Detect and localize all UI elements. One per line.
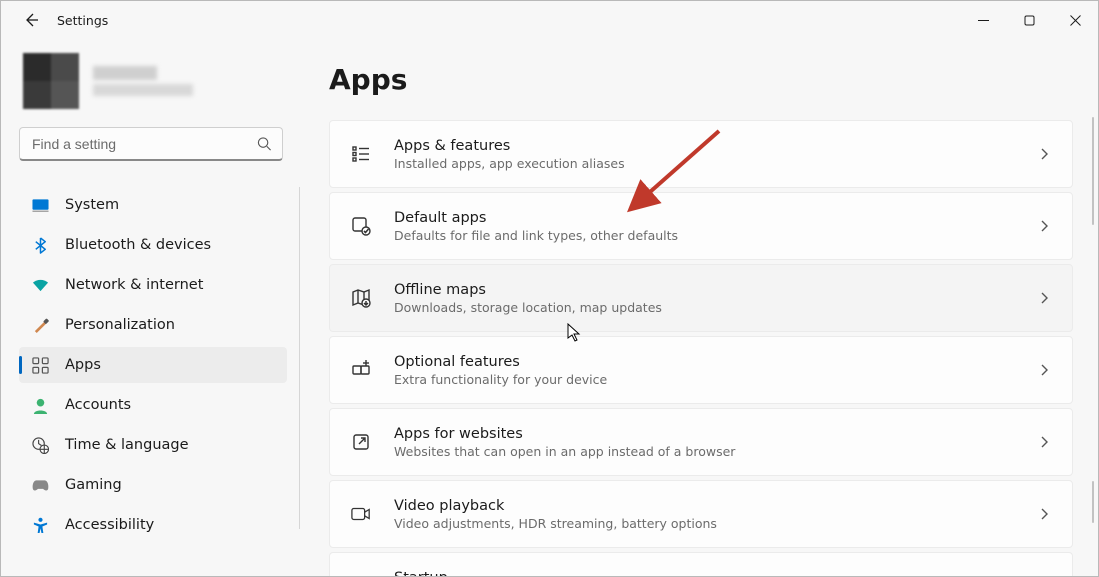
- default-apps-icon: [350, 216, 372, 236]
- back-button[interactable]: [23, 12, 39, 28]
- gamepad-icon: [31, 477, 49, 494]
- card-title: Optional features: [394, 354, 1016, 370]
- bluetooth-icon: [31, 237, 49, 254]
- profile-block[interactable]: [19, 49, 305, 113]
- sidebar-item-personalization[interactable]: Personalization: [19, 307, 287, 343]
- nav-label: Apps: [65, 357, 101, 373]
- sidebar-item-network[interactable]: Network & internet: [19, 267, 287, 303]
- chevron-right-icon: [1038, 148, 1050, 160]
- nav-label: Personalization: [65, 317, 175, 333]
- card-sub: Websites that can open in an app instead…: [394, 444, 1016, 459]
- sidebar-item-accessibility[interactable]: Accessibility: [19, 507, 287, 543]
- titlebar: Settings: [1, 1, 1098, 39]
- chevron-right-icon: [1038, 220, 1050, 232]
- card-title: Startup: [394, 570, 1050, 577]
- card-offline-maps[interactable]: Offline maps Downloads, storage location,…: [329, 264, 1073, 332]
- search-box[interactable]: [19, 127, 283, 161]
- scroll-indicator[interactable]: [1092, 117, 1094, 225]
- chevron-right-icon: [1038, 364, 1050, 376]
- system-icon: [31, 197, 49, 214]
- sidebar-item-gaming[interactable]: Gaming: [19, 467, 287, 503]
- optional-features-icon: [350, 360, 372, 380]
- minimize-button[interactable]: [960, 4, 1006, 36]
- card-sub: Downloads, storage location, map updates: [394, 300, 1016, 315]
- apps-icon: [31, 357, 49, 374]
- search-icon: [257, 136, 272, 151]
- nav-label: Accessibility: [65, 517, 154, 533]
- sidebar-item-accounts[interactable]: Accounts: [19, 387, 287, 423]
- card-startup[interactable]: Startup: [329, 552, 1073, 576]
- map-icon: [350, 288, 372, 308]
- list-icon: [350, 144, 372, 164]
- sidebar: System Bluetooth & devices Network & int…: [1, 39, 305, 576]
- chevron-right-icon: [1038, 508, 1050, 520]
- main-content: Apps Apps & features Installed apps, app …: [305, 39, 1098, 576]
- card-title: Video playback: [394, 498, 1016, 514]
- page-title: Apps: [329, 63, 1070, 96]
- card-sub: Defaults for file and link types, other …: [394, 228, 1016, 243]
- sidebar-item-bluetooth[interactable]: Bluetooth & devices: [19, 227, 287, 263]
- chevron-right-icon: [1038, 436, 1050, 448]
- card-title: Apps & features: [394, 138, 1016, 154]
- sidebar-item-system[interactable]: System: [19, 187, 287, 223]
- close-button[interactable]: [1052, 4, 1098, 36]
- sidebar-item-time-language[interactable]: Time & language: [19, 427, 287, 463]
- nav-label: Gaming: [65, 477, 122, 493]
- nav-label: Time & language: [65, 437, 189, 453]
- maximize-button[interactable]: [1006, 4, 1052, 36]
- window-controls: [960, 4, 1098, 36]
- card-sub: Installed apps, app execution aliases: [394, 156, 1016, 171]
- card-title: Offline maps: [394, 282, 1016, 298]
- card-sub: Extra functionality for your device: [394, 372, 1016, 387]
- card-optional-features[interactable]: Optional features Extra functionality for…: [329, 336, 1073, 404]
- nav-label: Network & internet: [65, 277, 203, 293]
- card-title: Default apps: [394, 210, 1016, 226]
- card-apps-for-websites[interactable]: Apps for websites Websites that can open …: [329, 408, 1073, 476]
- card-default-apps[interactable]: Default apps Defaults for file and link t…: [329, 192, 1073, 260]
- brush-icon: [31, 317, 49, 334]
- launch-icon: [350, 432, 372, 452]
- window-title: Settings: [57, 13, 108, 28]
- nav-list: System Bluetooth & devices Network & int…: [19, 187, 287, 543]
- nav-label: Bluetooth & devices: [65, 237, 211, 253]
- accessibility-icon: [31, 517, 49, 534]
- chevron-right-icon: [1038, 292, 1050, 304]
- profile-text: [93, 66, 193, 96]
- sidebar-item-apps[interactable]: Apps: [19, 347, 287, 383]
- card-video-playback[interactable]: Video playback Video adjustments, HDR str…: [329, 480, 1073, 548]
- scroll-indicator[interactable]: [1092, 481, 1094, 523]
- card-title: Apps for websites: [394, 426, 1016, 442]
- card-sub: Video adjustments, HDR streaming, batter…: [394, 516, 1016, 531]
- clock-globe-icon: [31, 437, 49, 454]
- person-icon: [31, 397, 49, 414]
- card-apps-features[interactable]: Apps & features Installed apps, app execu…: [329, 120, 1073, 188]
- nav-label: Accounts: [65, 397, 131, 413]
- nav-divider: [299, 187, 300, 529]
- avatar: [23, 53, 79, 109]
- wifi-icon: [31, 277, 49, 294]
- video-icon: [350, 504, 372, 524]
- search-input[interactable]: [20, 128, 282, 159]
- nav-label: System: [65, 197, 119, 213]
- settings-list: Apps & features Installed apps, app execu…: [329, 120, 1073, 576]
